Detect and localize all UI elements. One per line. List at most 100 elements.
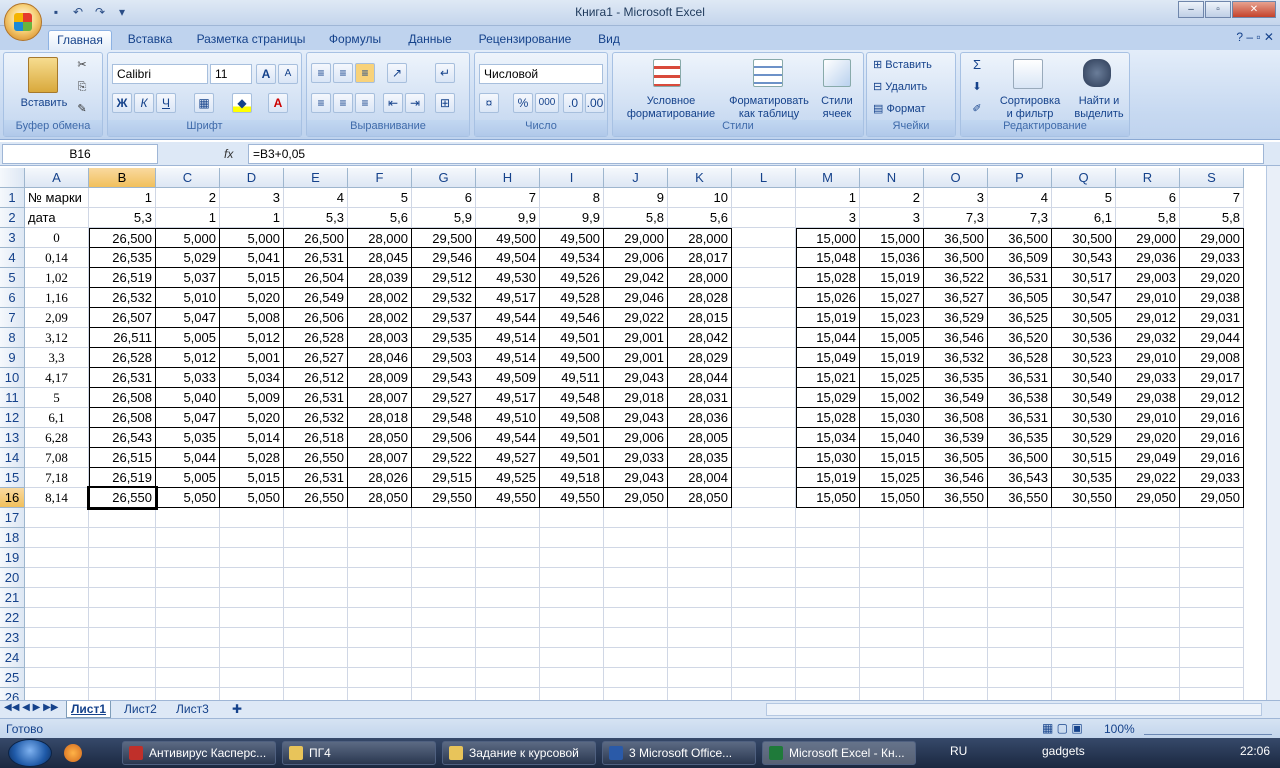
table-cell[interactable]: 28,017 — [668, 248, 732, 268]
table-cell[interactable]: 5,037 — [156, 268, 220, 288]
table-cell[interactable] — [284, 588, 348, 608]
table-cell[interactable] — [220, 608, 284, 628]
align-middle-icon[interactable]: ≡ — [333, 63, 353, 83]
table-cell[interactable]: 29,032 — [1116, 328, 1180, 348]
table-cell[interactable] — [604, 508, 668, 528]
decrease-indent-icon[interactable]: ⇤ — [383, 93, 403, 113]
table-cell[interactable]: 36,532 — [924, 348, 988, 368]
tab-page-layout[interactable]: Разметка страницы — [190, 30, 312, 50]
table-cell[interactable]: 49,544 — [476, 308, 540, 328]
table-cell[interactable]: 29,017 — [1180, 368, 1244, 388]
row-header[interactable]: 14 — [0, 448, 25, 468]
table-cell[interactable]: 29,043 — [604, 468, 668, 488]
table-cell[interactable] — [860, 668, 924, 688]
table-cell[interactable] — [89, 628, 156, 648]
format-painter-icon[interactable]: ✎ — [74, 103, 90, 115]
table-cell[interactable]: 9 — [604, 188, 668, 208]
row-header[interactable]: 17 — [0, 508, 25, 528]
table-cell[interactable] — [732, 328, 796, 348]
table-cell[interactable]: 5,044 — [156, 448, 220, 468]
table-cell[interactable] — [1180, 668, 1244, 688]
table-cell[interactable] — [540, 568, 604, 588]
table-cell[interactable]: 5,015 — [220, 468, 284, 488]
column-header[interactable]: Q — [1052, 168, 1116, 188]
table-cell[interactable] — [412, 588, 476, 608]
table-cell[interactable]: 36,538 — [988, 388, 1052, 408]
table-cell[interactable] — [540, 608, 604, 628]
table-cell[interactable]: 36,500 — [924, 228, 988, 248]
table-cell[interactable]: 29,550 — [412, 488, 476, 508]
table-cell[interactable] — [348, 548, 412, 568]
table-cell[interactable]: 49,534 — [540, 248, 604, 268]
table-cell[interactable] — [25, 568, 89, 588]
table-cell[interactable]: 29,033 — [1180, 468, 1244, 488]
table-cell[interactable] — [412, 528, 476, 548]
table-cell[interactable]: 28,007 — [348, 388, 412, 408]
table-cell[interactable]: 28,002 — [348, 308, 412, 328]
row-header[interactable]: 24 — [0, 648, 25, 668]
table-cell[interactable]: 49,501 — [540, 448, 604, 468]
cut-icon[interactable]: ✂ — [74, 59, 90, 71]
table-cell[interactable] — [348, 508, 412, 528]
format-cells-button[interactable]: ▤ Формат — [873, 103, 953, 115]
table-cell[interactable] — [156, 648, 220, 668]
table-cell[interactable]: 15,030 — [796, 448, 860, 468]
help-icon[interactable]: ? – ▫ ✕ — [1236, 30, 1274, 44]
table-cell[interactable] — [1180, 528, 1244, 548]
table-cell[interactable]: 36,500 — [924, 248, 988, 268]
table-cell[interactable]: 28,007 — [348, 448, 412, 468]
table-cell[interactable] — [924, 588, 988, 608]
table-cell[interactable]: 1 — [796, 188, 860, 208]
table-cell[interactable] — [732, 308, 796, 328]
borders-icon[interactable]: ▦ — [194, 93, 214, 113]
table-cell[interactable] — [284, 508, 348, 528]
table-cell[interactable] — [732, 588, 796, 608]
table-cell[interactable]: 30,529 — [1052, 428, 1116, 448]
table-cell[interactable]: 29,527 — [412, 388, 476, 408]
table-cell[interactable] — [1116, 608, 1180, 628]
start-button[interactable] — [8, 739, 52, 767]
table-cell[interactable]: 36,500 — [988, 228, 1052, 248]
column-header[interactable]: A — [25, 168, 89, 188]
table-cell[interactable]: 36,550 — [988, 488, 1052, 508]
office-button[interactable] — [4, 3, 42, 41]
table-cell[interactable] — [540, 648, 604, 668]
table-cell[interactable]: 15,044 — [796, 328, 860, 348]
table-cell[interactable]: 30,549 — [1052, 388, 1116, 408]
table-cell[interactable]: 28,000 — [348, 228, 412, 248]
table-cell[interactable] — [668, 508, 732, 528]
table-cell[interactable] — [796, 668, 860, 688]
table-cell[interactable]: 28,005 — [668, 428, 732, 448]
table-cell[interactable] — [732, 648, 796, 668]
table-cell[interactable]: 3,3 — [25, 348, 89, 368]
table-cell[interactable] — [220, 628, 284, 648]
clear-icon[interactable]: ✐ — [967, 103, 987, 115]
table-cell[interactable]: 36,535 — [924, 368, 988, 388]
table-cell[interactable]: 8 — [540, 188, 604, 208]
row-header[interactable]: 20 — [0, 568, 25, 588]
table-cell[interactable]: 3,12 — [25, 328, 89, 348]
table-cell[interactable] — [860, 648, 924, 668]
table-cell[interactable]: 29,010 — [1116, 288, 1180, 308]
table-cell[interactable]: 29,001 — [604, 328, 668, 348]
table-cell[interactable] — [732, 208, 796, 228]
table-cell[interactable] — [89, 588, 156, 608]
table-cell[interactable]: 30,515 — [1052, 448, 1116, 468]
table-cell[interactable]: 5,005 — [156, 328, 220, 348]
table-cell[interactable]: 29,043 — [604, 368, 668, 388]
column-header[interactable]: K — [668, 168, 732, 188]
table-cell[interactable]: 5,012 — [156, 348, 220, 368]
table-cell[interactable]: 36,505 — [924, 448, 988, 468]
table-cell[interactable]: 5,012 — [220, 328, 284, 348]
table-cell[interactable]: 29,038 — [1180, 288, 1244, 308]
table-cell[interactable]: 15,002 — [860, 388, 924, 408]
table-cell[interactable]: 49,500 — [540, 348, 604, 368]
table-cell[interactable]: 0 — [25, 228, 89, 248]
column-header[interactable]: S — [1180, 168, 1244, 188]
table-cell[interactable] — [25, 608, 89, 628]
table-cell[interactable]: 15,015 — [860, 448, 924, 468]
table-cell[interactable]: 26,507 — [89, 308, 156, 328]
table-cell[interactable]: 30,500 — [1052, 228, 1116, 248]
table-cell[interactable]: 1 — [156, 208, 220, 228]
table-cell[interactable] — [604, 628, 668, 648]
